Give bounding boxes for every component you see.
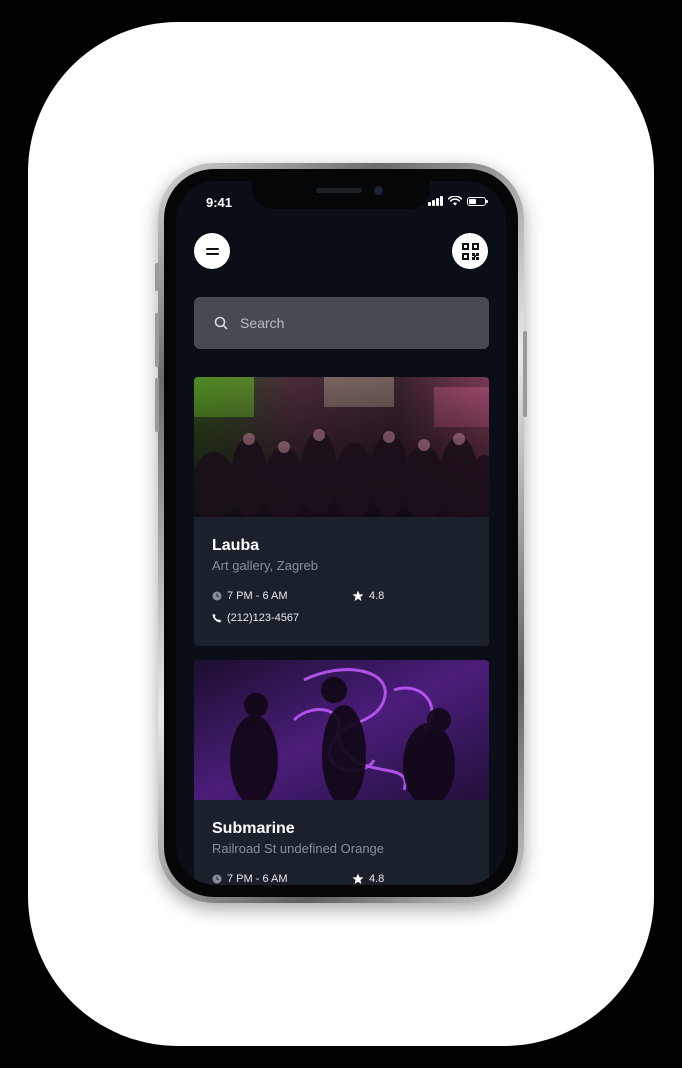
notch: [252, 181, 430, 209]
venue-rating: 4.8: [369, 873, 385, 885]
phone-frame: 9:41 Search Lauba Art gallery, Zagreb 7 …: [155, 163, 527, 903]
power-button: [523, 331, 527, 417]
venue-card[interactable]: Lauba Art gallery, Zagreb 7 PM - 6 AM 4.…: [194, 377, 489, 646]
venue-photo: [194, 377, 489, 517]
clock-icon: [212, 591, 222, 601]
qr-scan-button[interactable]: [452, 233, 488, 269]
mute-switch: [155, 263, 159, 291]
clock-icon: [212, 874, 222, 884]
front-camera: [374, 186, 383, 195]
venue-category: Art gallery, Zagreb: [212, 558, 318, 573]
venue-category: Railroad St undefined Orange: [212, 841, 385, 856]
venue-rating: 4.8: [369, 590, 385, 602]
venue-name: Submarine: [212, 820, 295, 837]
menu-button[interactable]: [194, 233, 230, 269]
signal-icon: [428, 196, 443, 206]
venue-name: Lauba: [212, 537, 260, 554]
venue-photo: [194, 660, 489, 800]
search-icon: [214, 316, 228, 330]
qr-code-icon: [461, 242, 479, 260]
battery-icon: [467, 196, 488, 206]
venue-card[interactable]: Submarine Railroad St undefined Orange 7…: [194, 660, 489, 885]
menu-icon: [205, 245, 219, 258]
app-screen: 9:41 Search Lauba Art gallery, Zagreb 7 …: [176, 181, 506, 885]
volume-down-button: [155, 378, 159, 432]
search-input[interactable]: [238, 314, 462, 332]
wifi-icon: [448, 196, 462, 206]
speaker: [316, 188, 362, 193]
star-icon: [352, 873, 364, 884]
phone-icon: [212, 613, 222, 623]
venue-hours: 7 PM - 6 AM: [227, 873, 288, 885]
status-time: 9:41: [206, 195, 233, 210]
status-icons: [428, 196, 488, 206]
search-bar[interactable]: [194, 297, 489, 349]
volume-up-button: [155, 313, 159, 367]
venue-hours: 7 PM - 6 AM: [227, 590, 288, 602]
star-icon: [352, 590, 364, 601]
venue-phone[interactable]: (212)123-4567: [227, 612, 299, 624]
